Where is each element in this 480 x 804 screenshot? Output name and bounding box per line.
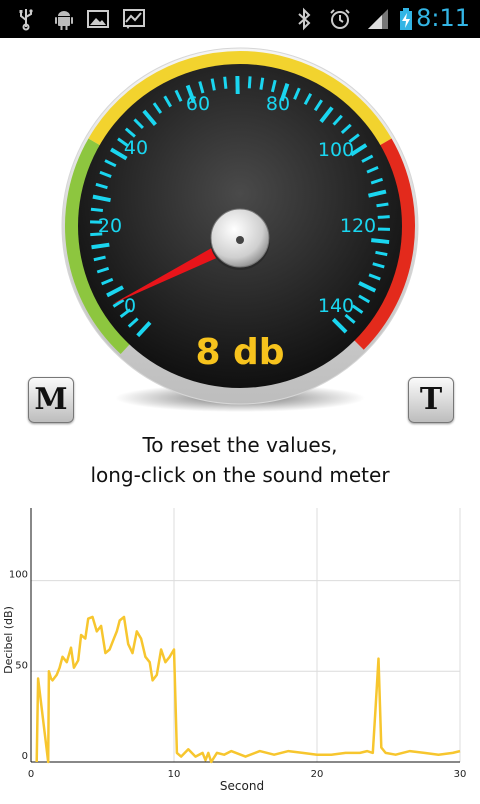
status-bar: 8:11 bbox=[0, 0, 480, 38]
y-tick-label: 100 bbox=[9, 570, 28, 581]
decibel-reading: 8 db bbox=[195, 332, 284, 373]
x-tick-label: 0 bbox=[28, 769, 34, 780]
usb-icon bbox=[14, 7, 38, 31]
x-tick-label: 20 bbox=[311, 769, 324, 780]
gauge-tick bbox=[225, 77, 226, 89]
x-tick-label: 30 bbox=[454, 769, 467, 780]
sound-meter-gauge[interactable]: 0 20 40 60 80 100 120 140 8 db bbox=[60, 46, 420, 416]
clock: 8:11 bbox=[416, 4, 470, 32]
t-button[interactable]: T bbox=[408, 377, 454, 423]
y-tick-label: 0 bbox=[22, 751, 28, 762]
scale-label: 120 bbox=[340, 215, 376, 237]
reset-hint-line-2: long-click on the sound meter bbox=[0, 460, 480, 490]
scale-label: 40 bbox=[124, 137, 148, 159]
android-debug-icon bbox=[52, 7, 76, 31]
battery-charging-icon bbox=[394, 7, 418, 31]
y-axis-label: Decibel (dB) bbox=[2, 606, 15, 674]
scale-label: 80 bbox=[266, 93, 290, 115]
y-tick-label: 50 bbox=[15, 660, 28, 671]
m-button[interactable]: M bbox=[28, 377, 74, 423]
reset-hint-line-1: To reset the values, bbox=[0, 430, 480, 460]
gauge-tick bbox=[261, 78, 263, 90]
chart-notification-icon bbox=[122, 7, 146, 31]
scale-label: 140 bbox=[318, 295, 354, 317]
decibel-history-chart: Decibel (dB) Second 0 10 20 30 0 50 100 bbox=[0, 500, 480, 800]
gauge-tick bbox=[378, 217, 390, 218]
x-tick-label: 10 bbox=[168, 769, 181, 780]
scale-label: 100 bbox=[318, 139, 354, 161]
scale-label: 20 bbox=[98, 215, 122, 237]
gallery-icon bbox=[86, 7, 110, 31]
decibel-series-line bbox=[37, 617, 460, 762]
x-axis-label: Second bbox=[220, 779, 264, 793]
gauge-tick bbox=[371, 240, 389, 242]
gauge-tick bbox=[249, 76, 250, 88]
alarm-icon bbox=[328, 7, 352, 31]
scale-label: 0 bbox=[124, 295, 136, 317]
gauge-tick bbox=[377, 204, 389, 206]
signal-icon bbox=[366, 7, 390, 31]
bluetooth-icon bbox=[292, 7, 316, 31]
scale-label: 60 bbox=[186, 93, 210, 115]
gauge-tick bbox=[91, 209, 103, 210]
gauge-tick bbox=[92, 245, 110, 248]
reset-hint: To reset the values, long-click on the s… bbox=[0, 430, 480, 490]
